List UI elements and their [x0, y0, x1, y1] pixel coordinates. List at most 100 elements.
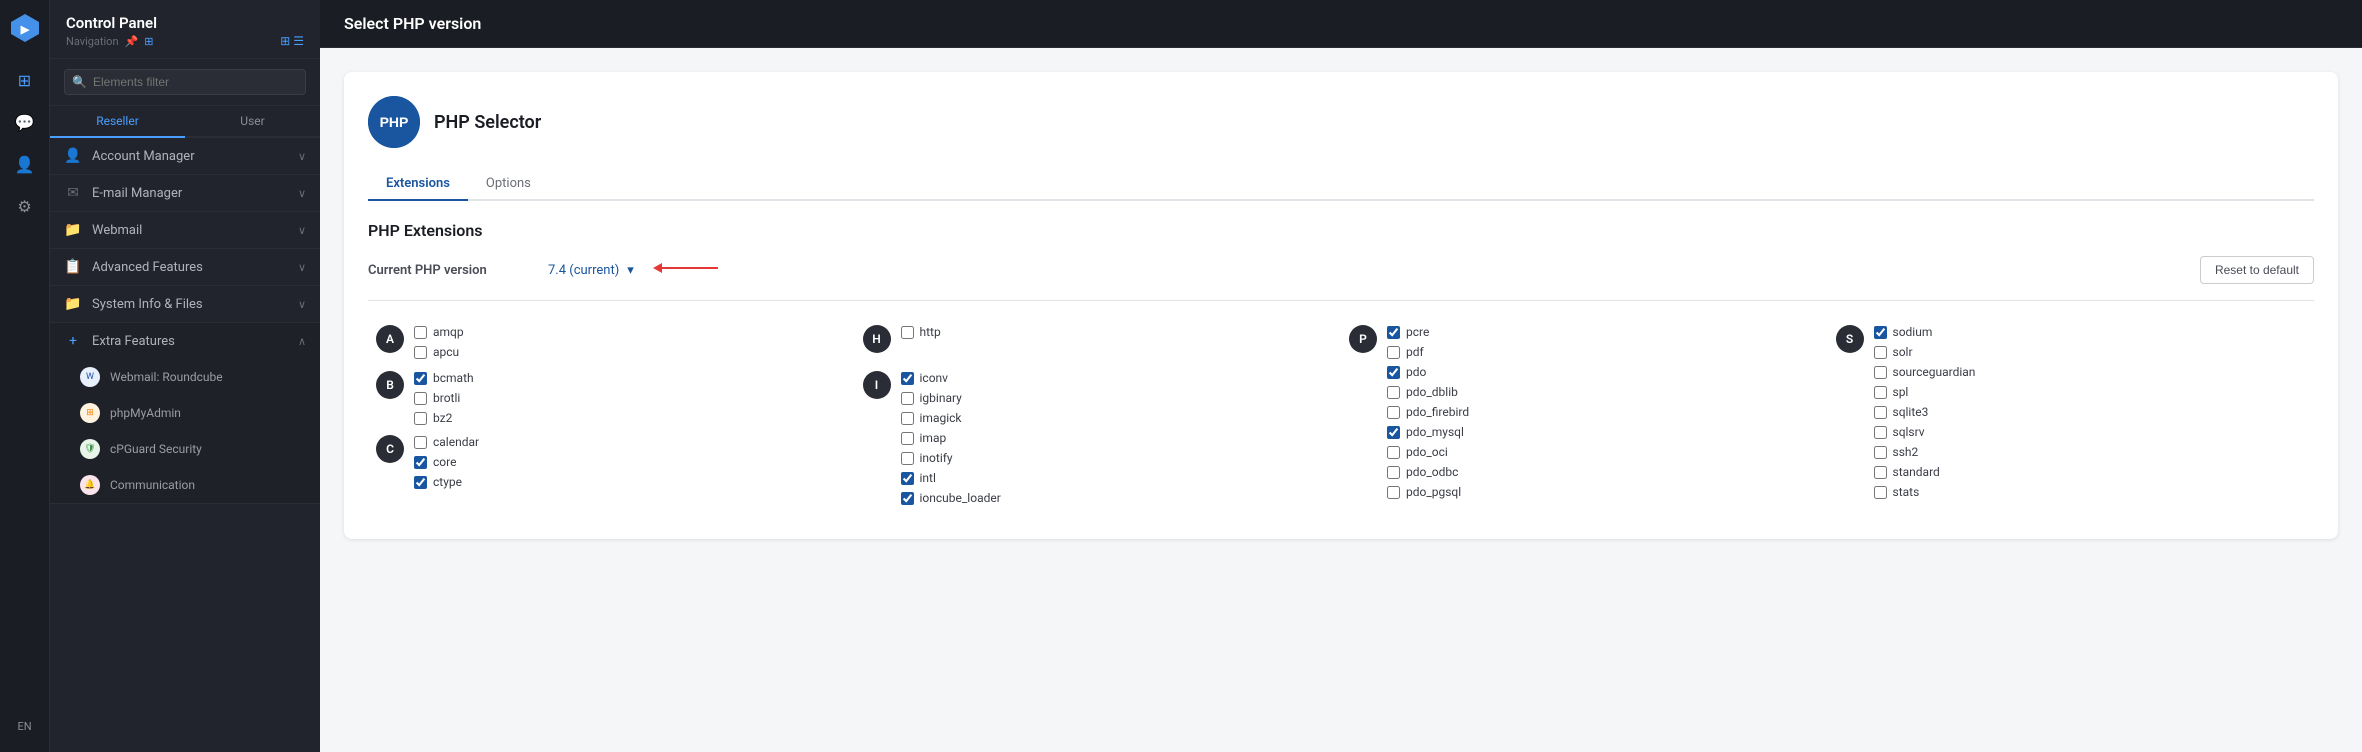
tab-options[interactable]: Options — [468, 168, 549, 201]
ext-list-a: amqp apcu — [414, 325, 464, 361]
ext-item-sqlsrv[interactable]: sqlsrv — [1874, 425, 1976, 439]
communication-icon: 🔔 — [80, 475, 100, 495]
rail-gear-icon[interactable]: ⚙ — [7, 188, 43, 224]
ext-item-pdo-dblib[interactable]: pdo_dblib — [1387, 385, 1469, 399]
nav-account-manager[interactable]: 👤 Account Manager ∨ — [50, 138, 320, 175]
ext-item-inotify[interactable]: inotify — [901, 451, 1001, 465]
sub-item-roundcube[interactable]: W Webmail: Roundcube — [50, 359, 320, 395]
roundcube-label: Webmail: Roundcube — [110, 370, 223, 384]
letter-badge-p: P — [1349, 325, 1377, 353]
sub-item-communication[interactable]: 🔔 Communication — [50, 467, 320, 503]
rail-user-icon[interactable]: 👤 — [7, 146, 43, 182]
grid-icon[interactable]: ⊞ — [144, 35, 153, 48]
rail-chat-icon[interactable]: 💬 — [7, 104, 43, 140]
ext-list-c: calendar core ctype — [414, 435, 479, 489]
ext-list-h: http — [901, 325, 941, 361]
communication-label: Communication — [110, 478, 195, 492]
rail-lang-icon[interactable]: EN — [7, 708, 43, 744]
extensions-grid: A amqp apcu B bcmath brotli bz2 — [368, 325, 2314, 515]
svg-text:PHP: PHP — [380, 114, 409, 130]
webmail-label: Webmail — [92, 223, 142, 238]
php-version-label: Current PHP version — [368, 263, 528, 278]
webmail-icon: 📁 — [64, 222, 82, 238]
ext-item-brotli[interactable]: brotli — [414, 391, 474, 405]
ext-item-pdo-firebird[interactable]: pdo_firebird — [1387, 405, 1469, 419]
tab-extensions[interactable]: Extensions — [368, 168, 468, 201]
ext-item-sourceguardian[interactable]: sourceguardian — [1874, 365, 1976, 379]
sidebar: Control Panel Navigation 📌 ⊞ ⊞ ☰ 🔍 Resel… — [50, 0, 320, 752]
ext-item-bz2[interactable]: bz2 — [414, 411, 474, 425]
ext-item-amqp[interactable]: amqp — [414, 325, 464, 339]
extra-features-section: + Extra Features ∧ W Webmail: Roundcube … — [50, 323, 320, 504]
ext-item-ctype[interactable]: ctype — [414, 475, 479, 489]
ext-item-apcu[interactable]: apcu — [414, 345, 464, 359]
ext-item-sodium[interactable]: sodium — [1874, 325, 1976, 339]
ext-section-b: B bcmath brotli bz2 — [376, 371, 847, 425]
nav-advanced-features[interactable]: 📋 Advanced Features ∨ — [50, 249, 320, 286]
ext-item-imap[interactable]: imap — [901, 431, 1001, 445]
ext-item-pdo-odbc[interactable]: pdo_odbc — [1387, 465, 1469, 479]
ext-item-solr[interactable]: solr — [1874, 345, 1976, 359]
elements-filter-input[interactable] — [64, 69, 306, 95]
ext-item-stats[interactable]: stats — [1874, 485, 1976, 499]
ext-item-sqlite3[interactable]: sqlite3 — [1874, 405, 1976, 419]
ext-section-p: P pcre pdf pdo pdo_dblib pdo_firebird pd… — [1349, 325, 1820, 499]
search-icon: 🔍 — [72, 75, 87, 89]
ext-item-spl[interactable]: spl — [1874, 385, 1976, 399]
php-version-selector[interactable]: 7.4 (current) ▾ — [548, 259, 728, 281]
advanced-features-label: Advanced Features — [92, 260, 203, 275]
main-content: Select PHP version PHP PHP Selector Exte… — [320, 0, 2362, 752]
system-info-chevron: ∨ — [298, 298, 306, 311]
cpguard-label: cPGuard Security — [110, 442, 202, 456]
rail-grid-icon[interactable]: ⊞ — [7, 62, 43, 98]
nav-email-manager[interactable]: ✉ E-mail Manager ∨ — [50, 175, 320, 212]
sidebar-tabs: Reseller User — [50, 106, 320, 138]
tab-reseller[interactable]: Reseller — [50, 106, 185, 138]
ext-section-i: I iconv igbinary imagick imap inotify in… — [863, 371, 1334, 505]
app-title: Control Panel — [66, 14, 304, 32]
ext-section-s: S sodium solr sourceguardian spl sqlite3… — [1836, 325, 2307, 499]
ext-item-standard[interactable]: standard — [1874, 465, 1976, 479]
ext-item-imagick[interactable]: imagick — [901, 411, 1001, 425]
ext-item-ioncube-loader[interactable]: ioncube_loader — [901, 491, 1001, 505]
reset-to-default-button[interactable]: Reset to default — [2200, 256, 2314, 284]
cpguard-icon: 🛡 — [80, 439, 100, 459]
header-grid-icons[interactable]: ⊞ ☰ — [280, 34, 304, 48]
extra-features-header[interactable]: + Extra Features ∧ — [50, 323, 320, 359]
sub-item-phpmyadmin[interactable]: ⊞ phpMyAdmin — [50, 395, 320, 431]
ext-item-pdo-mysql[interactable]: pdo_mysql — [1387, 425, 1469, 439]
letter-badge-b: B — [376, 371, 404, 399]
app-logo[interactable]: ▶ — [9, 12, 41, 44]
app-subtitle: Navigation 📌 ⊞ ⊞ ☰ — [66, 34, 304, 48]
ext-item-pdo[interactable]: pdo — [1387, 365, 1469, 379]
elements-filter-container: 🔍 — [50, 59, 320, 106]
ext-item-pdf[interactable]: pdf — [1387, 345, 1469, 359]
system-info-icon: 📁 — [64, 296, 82, 312]
ext-item-pdo-pgsql[interactable]: pdo_pgsql — [1387, 485, 1469, 499]
pin-icon[interactable]: 📌 — [125, 35, 139, 48]
ext-item-pdo-oci[interactable]: pdo_oci — [1387, 445, 1469, 459]
phpmyadmin-icon: ⊞ — [80, 403, 100, 423]
ext-item-ssh2[interactable]: ssh2 — [1874, 445, 1976, 459]
tab-user[interactable]: User — [185, 106, 320, 138]
ext-col-abc: A amqp apcu B bcmath brotli bz2 — [368, 325, 855, 515]
account-manager-icon: 👤 — [64, 148, 82, 164]
main-header: Select PHP version — [320, 0, 2362, 48]
ext-item-calendar[interactable]: calendar — [414, 435, 479, 449]
ext-item-bcmath[interactable]: bcmath — [414, 371, 474, 385]
icon-rail: ▶ ⊞ 💬 👤 ⚙ EN — [0, 0, 50, 752]
ext-col-p: P pcre pdf pdo pdo_dblib pdo_firebird pd… — [1341, 325, 1828, 515]
ext-item-igbinary[interactable]: igbinary — [901, 391, 1001, 405]
red-arrow-indicator — [648, 259, 728, 281]
ext-item-pcre[interactable]: pcre — [1387, 325, 1469, 339]
extra-features-label: Extra Features — [92, 334, 175, 349]
nav-system-info[interactable]: 📁 System Info & Files ∨ — [50, 286, 320, 323]
ext-item-intl[interactable]: intl — [901, 471, 1001, 485]
ext-section-a: A amqp apcu — [376, 325, 847, 361]
letter-badge-i: I — [863, 371, 891, 399]
sub-item-cpguard[interactable]: 🛡 cPGuard Security — [50, 431, 320, 467]
ext-item-core[interactable]: core — [414, 455, 479, 469]
ext-item-http[interactable]: http — [901, 325, 941, 339]
ext-item-iconv[interactable]: iconv — [901, 371, 1001, 385]
nav-webmail[interactable]: 📁 Webmail ∨ — [50, 212, 320, 249]
